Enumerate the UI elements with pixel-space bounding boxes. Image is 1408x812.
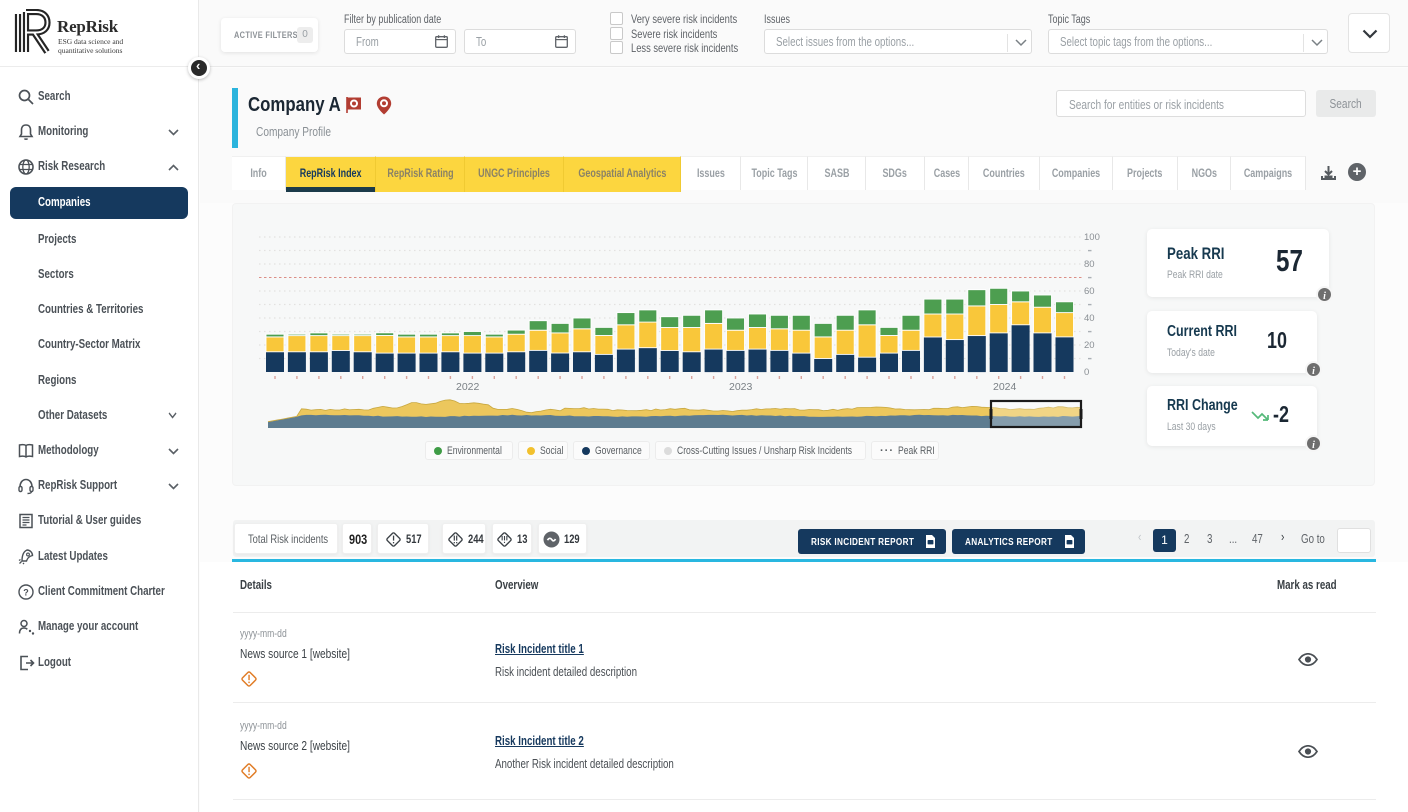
svg-text:60: 60 [1084, 286, 1095, 297]
svg-text:0: 0 [1084, 367, 1089, 378]
svg-text:80: 80 [1084, 259, 1095, 270]
svg-text:40: 40 [1084, 313, 1095, 324]
svg-text:2023: 2023 [729, 381, 753, 393]
svg-text:2022: 2022 [456, 381, 480, 393]
svg-text:20: 20 [1084, 340, 1095, 351]
svg-text:?: ? [23, 588, 29, 598]
svg-text:100: 100 [1084, 232, 1100, 243]
svg-text:2024: 2024 [993, 381, 1017, 393]
